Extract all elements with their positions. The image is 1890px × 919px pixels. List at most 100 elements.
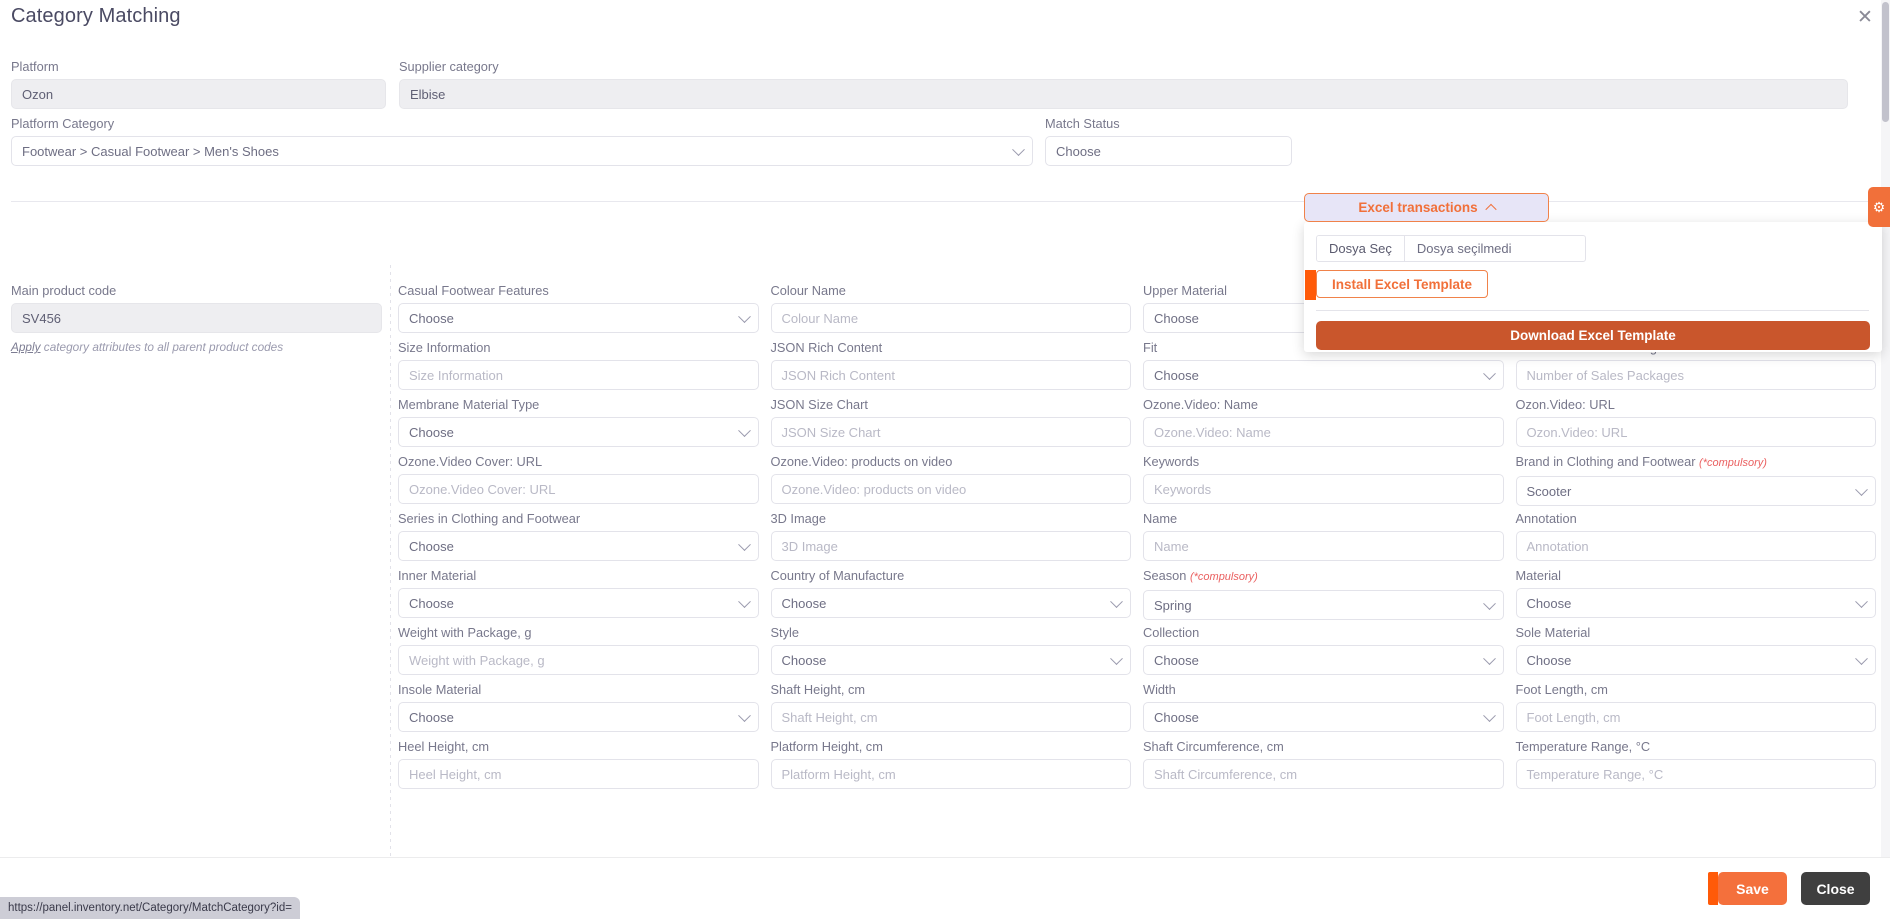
gear-icon[interactable]: ⚙ [1868, 187, 1890, 227]
attribute-label: Size Information [398, 340, 491, 355]
attribute-label: Collection [1143, 625, 1200, 640]
attribute-select[interactable]: Choose [398, 588, 759, 618]
attribute-label: Series in Clothing and Footwear [398, 511, 581, 526]
close-icon[interactable]: ✕ [1852, 4, 1878, 30]
attribute-field: JSON Rich Content JSON Rich Content [770, 339, 1131, 396]
attribute-select-value: Choose [409, 538, 454, 554]
attribute-select[interactable]: Choose [1515, 588, 1876, 618]
install-excel-template-button[interactable]: Install Excel Template [1305, 270, 1489, 300]
attribute-input[interactable]: Platform Height, cm [770, 759, 1131, 789]
attribute-input[interactable]: Annotation [1515, 531, 1876, 561]
attribute-label: Inner Material [398, 568, 477, 583]
main-product-code-label: Main product code [11, 283, 117, 298]
chevron-down-icon [1110, 595, 1123, 609]
chevron-up-icon [1484, 203, 1497, 215]
attribute-select[interactable]: Choose [770, 645, 1131, 675]
attribute-input[interactable]: Size Information [398, 360, 759, 390]
attribute-select-value: Choose [781, 652, 827, 668]
attribute-field: Insole Material Choose [398, 681, 759, 738]
attribute-select[interactable]: Choose [398, 417, 759, 447]
attribute-select-value: Choose [409, 310, 454, 326]
attribute-input[interactable]: Number of Sales Packages [1515, 360, 1876, 390]
attribute-input-placeholder: 3D Image [781, 538, 838, 554]
platform-input[interactable]: Ozon [11, 79, 386, 109]
attribute-input-placeholder: JSON Size Chart [781, 424, 881, 440]
chevron-down-icon [1855, 652, 1868, 666]
install-excel-template-label: Install Excel Template [1332, 276, 1473, 292]
attribute-label-text: Season [1143, 568, 1187, 583]
attribute-input[interactable]: Temperature Range, °C [1515, 759, 1876, 789]
save-button[interactable]: Save [1708, 872, 1787, 905]
attribute-label: Platform Height, cm [770, 739, 883, 754]
page-scrollbar-thumb[interactable] [1882, 2, 1889, 122]
attribute-input[interactable]: JSON Rich Content [770, 360, 1131, 390]
attribute-input[interactable]: Ozone.Video Cover: URL [398, 474, 759, 504]
save-button-label: Save [1736, 880, 1769, 897]
chevron-down-icon [1482, 367, 1496, 381]
attribute-select[interactable]: Choose [398, 702, 759, 732]
attribute-label: Foot Length, cm [1515, 682, 1608, 697]
apply-link[interactable]: Apply [11, 340, 41, 354]
selected-file-name: Dosya seçilmedi [1416, 241, 1512, 256]
attribute-input[interactable]: JSON Size Chart [770, 417, 1131, 447]
attribute-select[interactable]: Choose [1143, 702, 1504, 732]
attribute-field: Shaft Circumference, cm Shaft Circumferen… [1143, 738, 1504, 795]
attribute-input[interactable]: Ozone.Video: products on video [770, 474, 1131, 504]
attribute-field: Season (*compulsory) Spring [1143, 567, 1504, 624]
attribute-input[interactable]: Shaft Height, cm [770, 702, 1131, 732]
main-product-code-input[interactable]: SV456 [11, 303, 382, 333]
attribute-select-value: Choose [1154, 652, 1199, 668]
attribute-input[interactable]: Heel Height, cm [398, 759, 759, 789]
attribute-select-value: Scooter [1526, 483, 1572, 499]
attribute-input[interactable]: Ozon.Video: URL [1515, 417, 1876, 447]
field-supplier-category-label: Supplier category [399, 59, 499, 74]
excel-transactions-button[interactable]: Excel transactions [1304, 193, 1549, 222]
file-upload-row[interactable]: Dosya Seç Dosya seçilmedi [1316, 235, 1586, 262]
attribute-field: Width Choose [1143, 681, 1504, 738]
attribute-select-value: Choose [1154, 709, 1199, 725]
attribute-label: 3D Image [770, 511, 826, 526]
attribute-field: Ozone.Video Cover: URL Ozone.Video Cover:… [398, 453, 759, 510]
platform-category-select[interactable]: Footwear > Casual Footwear > Men's Shoes [11, 136, 1033, 166]
attribute-select[interactable]: Choose [398, 303, 759, 333]
attribute-select[interactable]: Choose [398, 531, 759, 561]
attribute-select[interactable]: Spring [1143, 590, 1504, 620]
attribute-input[interactable]: 3D Image [770, 531, 1131, 561]
apply-category-attributes-note: Apply category attributes to all parent … [11, 340, 382, 354]
attribute-input[interactable]: Foot Length, cm [1515, 702, 1876, 732]
attribute-field: Collection Choose [1143, 624, 1504, 681]
match-status-select[interactable]: Choose [1045, 136, 1292, 166]
attribute-input[interactable]: Colour Name [770, 303, 1131, 333]
excel-transactions-label: Excel transactions [1358, 200, 1478, 215]
attribute-field: Size Information Size Information [398, 339, 759, 396]
attribute-label: Country of Manufacture [770, 568, 905, 583]
field-platform: Platform Ozon [11, 58, 386, 109]
attribute-label: Shaft Height, cm [770, 682, 866, 697]
attribute-select-value: Choose [781, 595, 827, 611]
attribute-field: Ozone.Video: products on video Ozone.Vide… [770, 453, 1131, 510]
attribute-select[interactable]: Choose [1143, 645, 1504, 675]
download-excel-template-button[interactable]: Download Excel Template [1316, 321, 1870, 350]
attribute-select[interactable]: Choose [770, 588, 1131, 618]
attribute-select[interactable]: Choose [1515, 645, 1876, 675]
attribute-select-value: Choose [1526, 652, 1572, 668]
attribute-input[interactable]: Weight with Package, g [398, 645, 759, 675]
choose-file-button[interactable]: Dosya Seç [1317, 236, 1405, 261]
attribute-input[interactable]: Ozone.Video: Name [1143, 417, 1504, 447]
supplier-category-input[interactable]: Elbise [399, 79, 1848, 109]
chevron-down-icon [1855, 483, 1868, 497]
attribute-label: Season (*compulsory) [1143, 567, 1504, 586]
attribute-field: Weight with Package, g Weight with Packag… [398, 624, 759, 681]
attribute-select[interactable]: Scooter [1515, 476, 1876, 506]
attribute-input[interactable]: Keywords [1143, 474, 1504, 504]
attribute-input[interactable]: Shaft Circumference, cm [1143, 759, 1504, 789]
field-platform-category-label: Platform Category [11, 116, 115, 131]
attribute-field: Membrane Material Type Choose [398, 396, 759, 453]
close-button[interactable]: Close [1801, 872, 1870, 905]
attribute-select[interactable]: Choose [1143, 360, 1504, 390]
attribute-input-placeholder: Shaft Circumference, cm [1154, 766, 1298, 782]
attribute-field: Ozone.Video: Name Ozone.Video: Name [1143, 396, 1504, 453]
attribute-input[interactable]: Name [1143, 531, 1504, 561]
page-scrollbar-track[interactable] [1881, 0, 1890, 919]
attribute-input-placeholder: Foot Length, cm [1526, 709, 1621, 725]
